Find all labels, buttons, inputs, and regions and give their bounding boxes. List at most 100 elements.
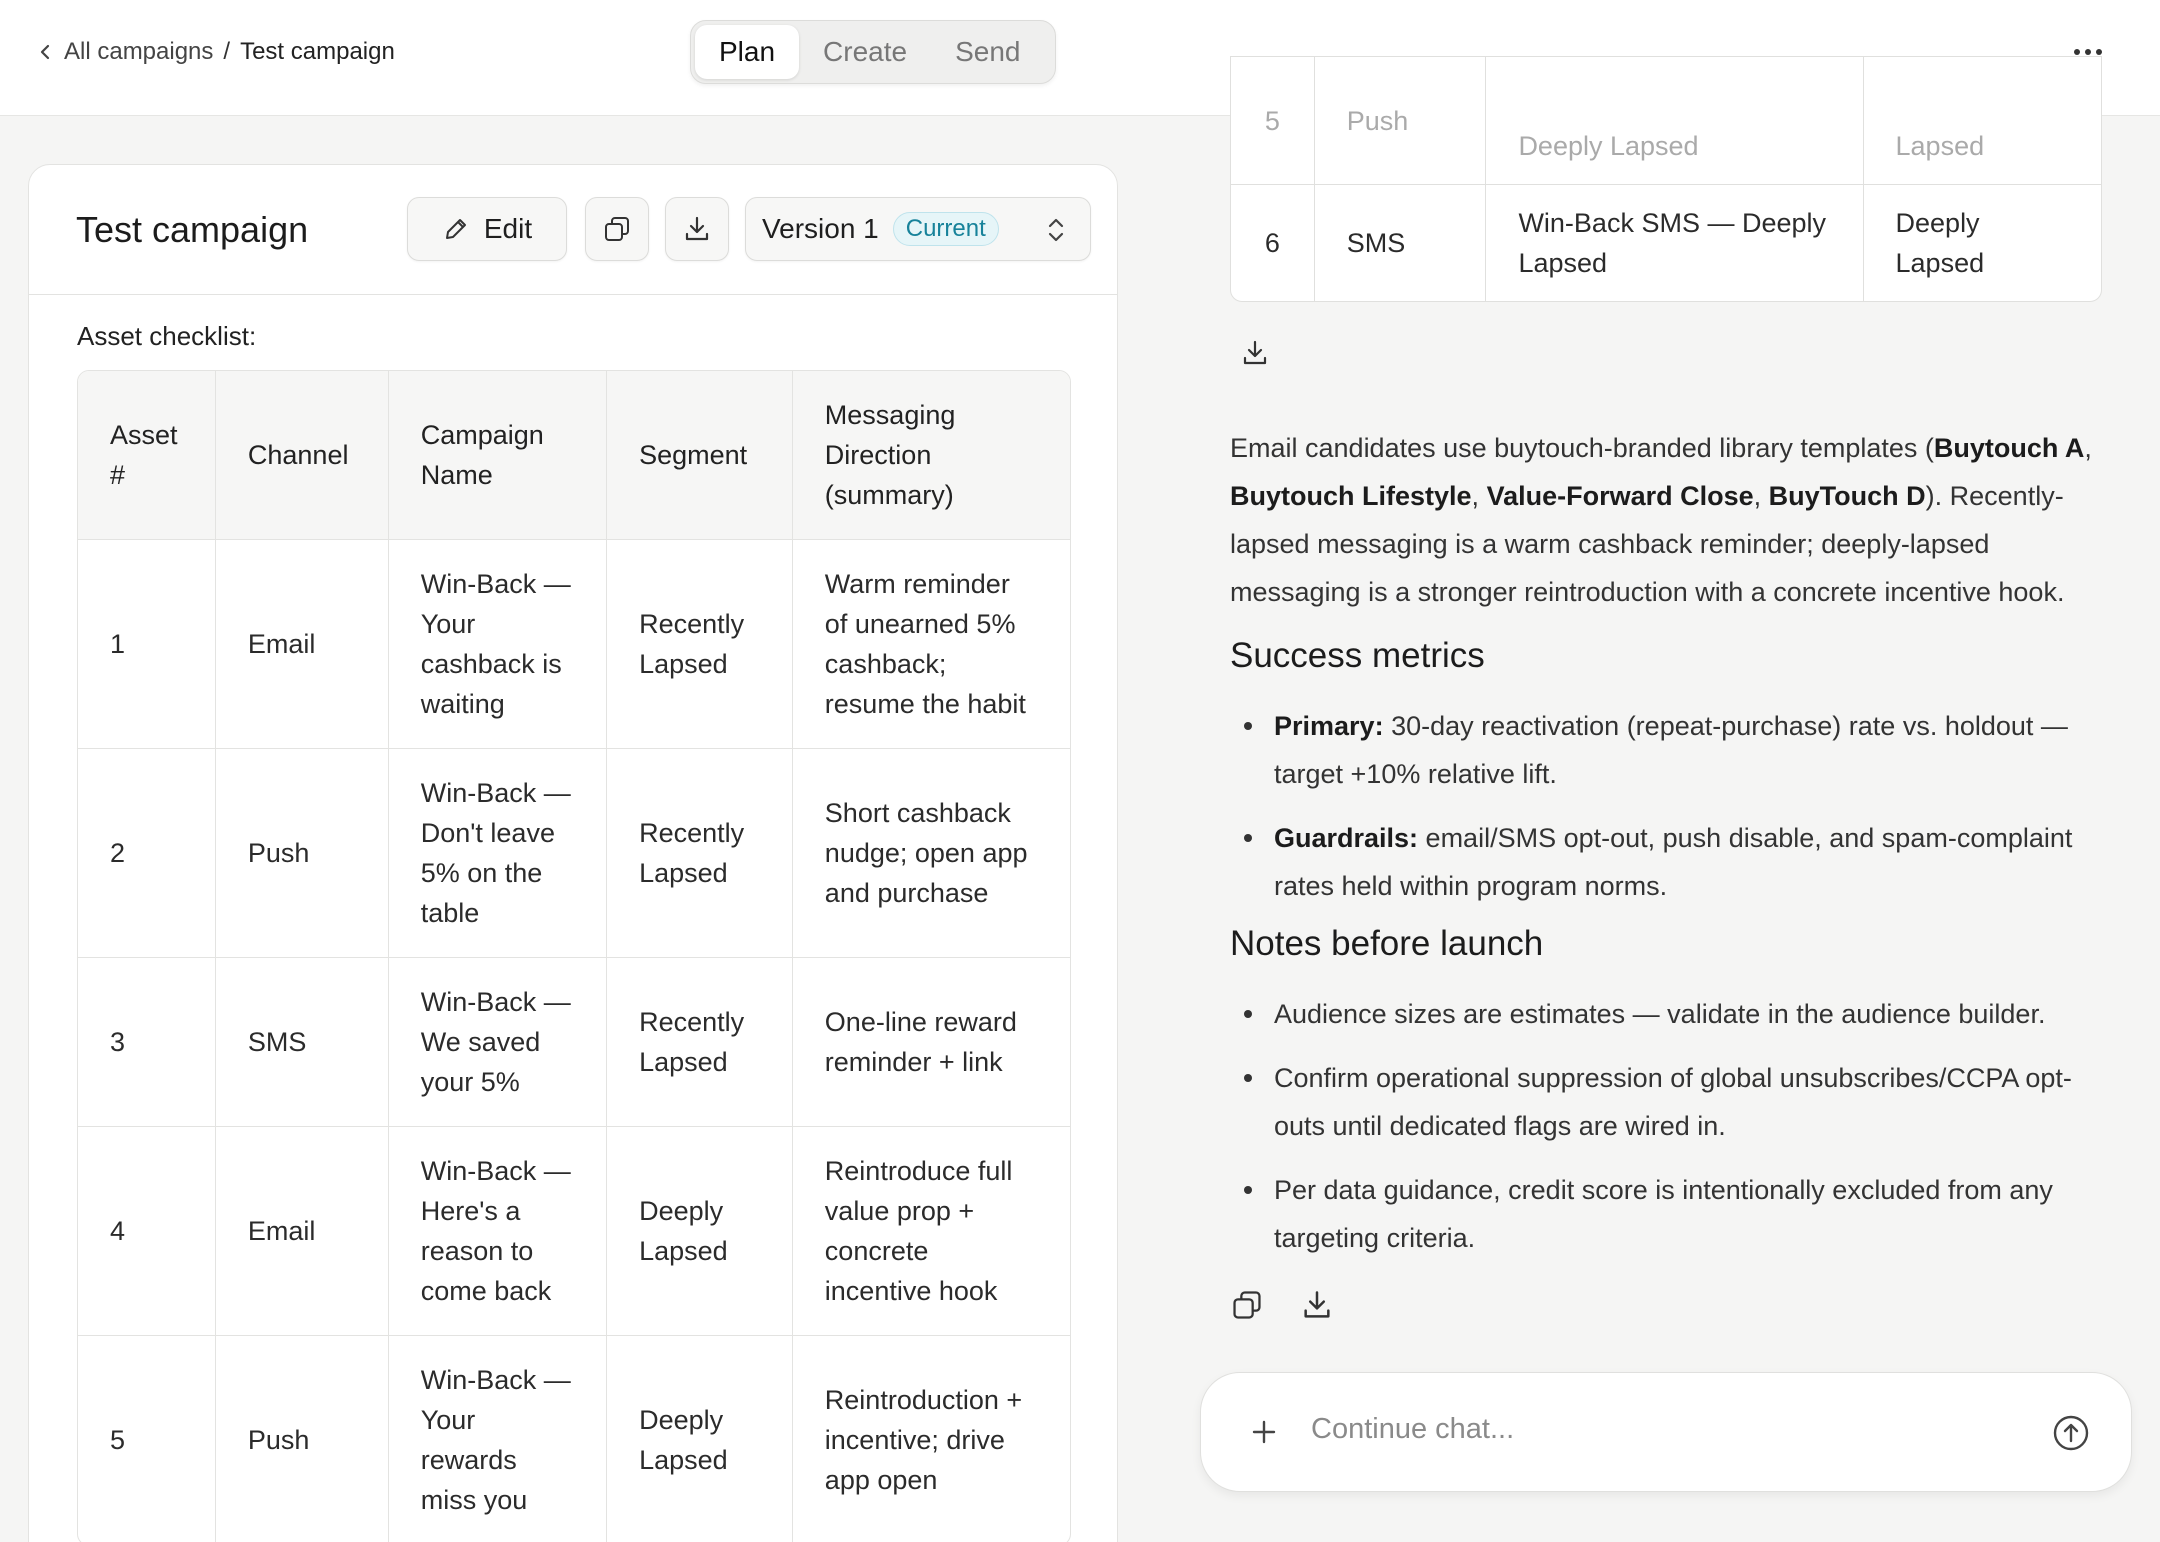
table-cell: Win-Back SMS — Deeply Lapsed [1486, 185, 1864, 301]
table-cell: Lapsed [1895, 131, 1985, 161]
table-cell: Win-Back — Don't leave 5% on the table [388, 749, 608, 958]
table-cell: Deeply Lapsed [1486, 57, 1864, 184]
list-item: Audience sizes are estimates — validate … [1230, 990, 2106, 1038]
table-cell: SMS [1315, 185, 1487, 301]
template-name: Buytouch A [1933, 433, 2085, 463]
download-icon[interactable] [1300, 1288, 1334, 1322]
paragraph-text: , [1753, 481, 1769, 511]
table-row: 3 SMS Win-Back — We saved your 5% Recent… [78, 958, 1070, 1127]
template-summary-paragraph: Email candidates use buytouch-branded li… [1230, 424, 2106, 616]
list-item: Per data guidance, credit score is inten… [1230, 1166, 2106, 1262]
send-arrow-icon[interactable] [2051, 1413, 2091, 1453]
edit-button[interactable]: Edit [407, 197, 567, 261]
table-cell: Push [215, 749, 389, 958]
list-item: Guardrails: email/SMS opt-out, push disa… [1230, 814, 2106, 910]
tab-plan[interactable]: Plan [695, 25, 800, 79]
table-cell: Deeply Lapsed [607, 1127, 793, 1336]
message-actions [1230, 1288, 1334, 1322]
tab-send[interactable]: Send [931, 25, 1044, 79]
table-row: 2 Push Win-Back — Don't leave 5% on the … [78, 749, 1070, 958]
paragraph-text: , [2084, 433, 2092, 463]
table-cell: Recently Lapsed [607, 958, 793, 1127]
template-name: Buytouch Lifestyle [1230, 481, 1472, 511]
table-cell: 6 [1231, 185, 1315, 301]
plus-icon[interactable] [1249, 1417, 1279, 1447]
download-icon[interactable] [1240, 338, 1270, 368]
edit-button-label: Edit [483, 213, 533, 244]
copy-button[interactable] [585, 197, 649, 261]
table-header-row: Asset # Channel Campaign Name Segment Me… [78, 371, 1070, 540]
copy-icon [605, 217, 629, 241]
table-cell: Win-Back — We saved your 5% [388, 958, 608, 1127]
table-cell: Win-Back — Your rewards miss you [389, 1336, 608, 1542]
column-header: Campaign Name [388, 371, 608, 540]
chat-input[interactable]: Continue chat... [1311, 1413, 1514, 1446]
table-cell: Reintroduction + incentive; drive app op… [793, 1336, 1070, 1542]
template-name: BuyTouch D [1768, 481, 1926, 511]
table-row: 1 Email Win-Back — Your cashback is wait… [78, 540, 1070, 749]
current-badge: Current [892, 212, 999, 246]
copy-icon[interactable] [1230, 1288, 1264, 1322]
download-icon [685, 216, 709, 241]
table-cell: Push [216, 1336, 389, 1542]
table-cell: One-line reward reminder + link [792, 958, 1070, 1127]
template-name: Value-Forward Close [1486, 481, 1754, 511]
table-cell: Warm reminder of unearned 5% cashback; r… [792, 540, 1070, 749]
success-metrics-heading: Success metrics [1230, 636, 1485, 675]
breadcrumb-current: Test campaign [240, 38, 395, 65]
table-row: 5 Push Deeply Lapsed Lapsed [1231, 57, 2101, 185]
version-select[interactable]: Version 1 Current [745, 197, 1091, 261]
paragraph-text: , [1471, 481, 1487, 511]
table-cell: SMS [215, 958, 389, 1127]
column-header: Asset # [78, 371, 216, 540]
table-cell: 2 [78, 749, 216, 958]
column-header: Channel [215, 371, 389, 540]
table-cell: Deeply Lapsed [607, 1336, 793, 1542]
chat-asset-table: 5 Push Deeply Lapsed Lapsed 6 SMS Win-Ba… [1230, 56, 2102, 302]
page-title: Test campaign [76, 209, 309, 250]
chevron-left-icon[interactable] [36, 43, 54, 61]
breadcrumb: All campaigns / Test campaign [36, 36, 395, 68]
table-row: 4 Email Win-Back — Here's a reason to co… [78, 1127, 1070, 1336]
stage-tabs: Plan Create Send [690, 20, 1056, 84]
table-cell: Email [215, 1127, 389, 1336]
table-cell: Short cashback nudge; open app and purch… [792, 749, 1070, 958]
table-cell: Win-Back — Your cashback is waiting [388, 540, 608, 749]
table-cell: 5 [78, 1336, 216, 1542]
breadcrumb-separator: / [223, 38, 231, 65]
table-cell: 5 [1231, 57, 1315, 184]
chat-input-bar: Continue chat... [1200, 1372, 2132, 1492]
list-item-label: Guardrails: [1274, 823, 1419, 853]
table-cell: 4 [78, 1127, 216, 1336]
chevron-up-down-icon [1048, 218, 1064, 242]
pencil-icon [445, 219, 466, 239]
success-metrics-list: Primary: 30-day reactivation (repeat-pur… [1230, 702, 2106, 926]
table-cell: Recently Lapsed [607, 540, 793, 749]
panel-header: Test campaign Edit Version 1 Current [29, 165, 1117, 295]
list-item: Confirm operational suppression of globa… [1230, 1054, 2106, 1150]
download-button[interactable] [665, 197, 729, 261]
table-row: 5 Push Win-Back — Your rewards miss you … [78, 1336, 1070, 1542]
notes-list: Audience sizes are estimates — validate … [1230, 990, 2106, 1278]
table-cell: Recently Lapsed [607, 749, 793, 958]
table-cell: 1 [78, 540, 216, 749]
plan-document-panel: Test campaign Edit Version 1 Current Ass… [28, 164, 1118, 1542]
table-cell: Push [1315, 57, 1487, 184]
breadcrumb-parent-link[interactable]: All campaigns [64, 38, 213, 66]
notes-heading: Notes before launch [1230, 924, 1544, 963]
list-item-text: 30-day reactivation (repeat-purchase) ra… [1274, 711, 2068, 789]
asset-checklist-label: Asset checklist: [77, 321, 257, 351]
column-header: Messaging Direction (summary) [792, 371, 1070, 540]
list-item-label: Primary: [1274, 711, 1384, 741]
version-label: Version 1 [762, 213, 879, 244]
column-header: Segment [607, 371, 793, 540]
table-cell: 3 [78, 958, 216, 1127]
table-cell: Win-Back — Here's a reason to come back [388, 1127, 608, 1336]
table-cell: Deeply Lapsed [1895, 208, 1985, 278]
paragraph-text: Email candidates use buytouch-branded li… [1230, 433, 1934, 463]
table-cell: Email [215, 540, 389, 749]
list-item: Primary: 30-day reactivation (repeat-pur… [1230, 702, 2106, 798]
asset-checklist-table: Asset # Channel Campaign Name Segment Me… [77, 370, 1071, 1542]
tab-create[interactable]: Create [799, 25, 931, 79]
table-cell: Reintroduce full value prop + concrete i… [792, 1127, 1070, 1336]
